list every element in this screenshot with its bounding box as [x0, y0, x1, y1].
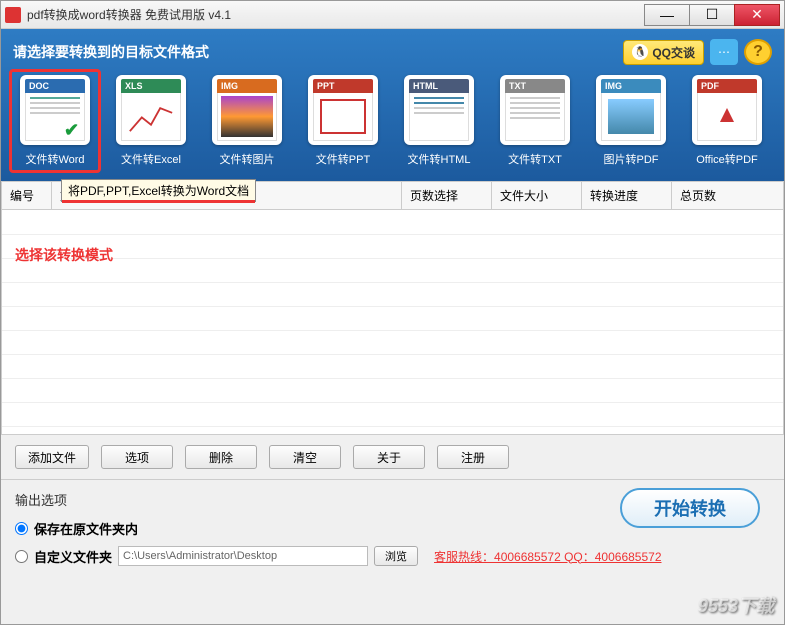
format-toolbar: 请选择要转换到的目标文件格式 🐧 QQ交谈 ⋯ ? DOC✔ 文件转Word XLS… [1, 29, 784, 181]
format-icon: HTML [404, 75, 474, 145]
format-button-3[interactable]: PPT 文件转PPT [301, 75, 385, 167]
format-preview [313, 93, 373, 141]
hotline-text[interactable]: 客服热线：4006685572 QQ：4006685572 [434, 548, 661, 565]
format-icon: PDF▲ [692, 75, 762, 145]
qq-icon: 🐧 [632, 44, 648, 60]
register-button[interactable]: 注册 [437, 445, 509, 469]
format-preview: ▲ [697, 93, 757, 141]
table-row [2, 210, 783, 234]
format-label: 文件转Excel [121, 151, 181, 167]
format-button-5[interactable]: TXT 文件转TXT [493, 75, 577, 167]
output-path-input[interactable] [118, 546, 368, 566]
col-progress[interactable]: 转换进度 [582, 182, 672, 210]
format-icon: DOC✔ [20, 75, 90, 145]
app-window: pdf转换成word转换器 免费试用版 v4.1 — ☐ ✕ 请选择要转换到的目… [0, 0, 785, 625]
action-buttons: 添加文件 选项 删除 清空 关于 注册 [1, 435, 784, 479]
format-preview [121, 93, 181, 141]
format-tag: TXT [505, 79, 565, 93]
app-icon [5, 7, 21, 23]
format-label: Office转PDF [696, 151, 758, 167]
titlebar: pdf转换成word转换器 免费试用版 v4.1 — ☐ ✕ [1, 1, 784, 29]
output-section: 输出选项 开始转换 保存在原文件夹内 自定义文件夹 浏览 客服热线：400668… [1, 479, 784, 584]
start-convert-button[interactable]: 开始转换 [620, 488, 760, 528]
save-source-radio[interactable] [15, 522, 28, 535]
format-button-6[interactable]: IMG 图片转PDF [589, 75, 673, 167]
table-row [2, 378, 783, 402]
col-pages[interactable]: 页数选择 [402, 182, 492, 210]
chat-button[interactable]: ⋯ [710, 39, 738, 65]
table-body[interactable] [1, 210, 784, 435]
format-icon: PPT [308, 75, 378, 145]
watermark: 9553下载 [698, 592, 774, 618]
format-preview [217, 93, 277, 141]
overlay-annotation: 选择该转换模式 [15, 245, 113, 265]
table-row [2, 234, 783, 258]
table-row [2, 354, 783, 378]
col-size[interactable]: 文件大小 [492, 182, 582, 210]
qq-label: QQ交谈 [652, 44, 695, 61]
format-preview [505, 93, 565, 141]
format-tag: HTML [409, 79, 469, 93]
format-preview [409, 93, 469, 141]
format-icon: XLS [116, 75, 186, 145]
format-tag: IMG [217, 79, 277, 93]
col-total[interactable]: 总页数 [672, 182, 784, 210]
table-row [2, 402, 783, 426]
format-tag: XLS [121, 79, 181, 93]
format-label: 文件转Word [25, 151, 84, 167]
format-button-0[interactable]: DOC✔ 文件转Word [13, 75, 97, 167]
close-button[interactable]: ✕ [734, 4, 780, 26]
help-icon: ? [753, 43, 763, 61]
format-button-1[interactable]: XLS 文件转Excel [109, 75, 193, 167]
format-label: 文件转PPT [316, 151, 370, 167]
format-icon: TXT [500, 75, 570, 145]
format-icon: IMG [596, 75, 666, 145]
table-row [2, 306, 783, 330]
format-tooltip: 将PDF,PPT,Excel转换为Word文档 [61, 179, 256, 202]
file-table: 编号 文件名 页数选择 文件大小 转换进度 总页数 [1, 181, 784, 435]
format-label: 文件转HTML [408, 151, 471, 167]
format-label: 文件转TXT [508, 151, 562, 167]
chat-icon: ⋯ [718, 45, 730, 59]
delete-button[interactable]: 删除 [185, 445, 257, 469]
options-button[interactable]: 选项 [101, 445, 173, 469]
format-button-2[interactable]: IMG 文件转图片 [205, 75, 289, 167]
col-id[interactable]: 编号 [2, 182, 52, 210]
format-preview [601, 93, 661, 141]
format-label: 图片转PDF [604, 151, 659, 167]
about-button[interactable]: 关于 [353, 445, 425, 469]
browse-button[interactable]: 浏览 [374, 546, 418, 566]
format-tag: PPT [313, 79, 373, 93]
toolbar-prompt: 请选择要转换到的目标文件格式 [13, 42, 209, 62]
clear-button[interactable]: 清空 [269, 445, 341, 469]
format-button-7[interactable]: PDF▲ Office转PDF [685, 75, 769, 167]
format-icon: IMG [212, 75, 282, 145]
format-label: 文件转图片 [220, 151, 275, 167]
custom-folder-radio[interactable] [15, 550, 28, 563]
maximize-button[interactable]: ☐ [689, 4, 735, 26]
custom-folder-label: 自定义文件夹 [34, 547, 112, 566]
format-tag: DOC [25, 79, 85, 93]
format-tag: PDF [697, 79, 757, 93]
table-row [2, 282, 783, 306]
add-file-button[interactable]: 添加文件 [15, 445, 89, 469]
window-title: pdf转换成word转换器 免费试用版 v4.1 [27, 6, 645, 23]
help-button[interactable]: ? [744, 39, 772, 65]
format-button-4[interactable]: HTML 文件转HTML [397, 75, 481, 167]
save-source-label: 保存在原文件夹内 [34, 519, 138, 538]
table-row [2, 330, 783, 354]
format-tag: IMG [601, 79, 661, 93]
qq-chat-button[interactable]: 🐧 QQ交谈 [623, 40, 704, 65]
minimize-button[interactable]: — [644, 4, 690, 26]
table-row [2, 258, 783, 282]
format-preview: ✔ [25, 93, 85, 141]
